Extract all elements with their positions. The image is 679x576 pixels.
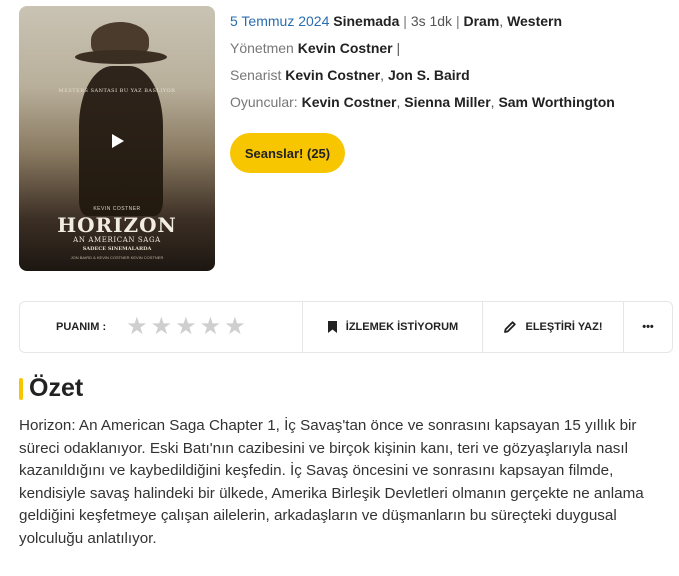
genre-link[interactable]: Dram bbox=[463, 13, 499, 29]
separator: | bbox=[403, 13, 411, 29]
summary-title: Özet bbox=[29, 374, 84, 402]
poster-note: SADECE SINEMALARDA bbox=[82, 246, 152, 252]
sessions-button[interactable]: Seanslar! (25) bbox=[230, 133, 345, 173]
writer-link[interactable]: Kevin Costner bbox=[285, 67, 380, 83]
rating-label: PUANIM : bbox=[56, 321, 107, 333]
summary-text: Horizon: An American Saga Chapter 1, İç … bbox=[19, 417, 644, 547]
comma: , bbox=[499, 13, 508, 29]
watchlist-button[interactable]: İZLEMEK İSTİYORUM bbox=[303, 302, 483, 352]
comma: , bbox=[380, 67, 388, 83]
director-row: Yönetmen Kevin Costner | bbox=[230, 39, 615, 57]
action-bar: PUANIM : ★ ★ ★ ★ ★ İZLEMEK İSTİYORUM ELE… bbox=[19, 301, 673, 353]
star-icon[interactable]: ★ bbox=[200, 315, 222, 339]
duration: 3s 1dk bbox=[410, 13, 453, 29]
meta-row: 5 Temmuz 2024 Sinemada | 3s 1dk | Dram, … bbox=[230, 12, 615, 30]
poster-hat-brim bbox=[75, 50, 167, 64]
play-icon[interactable] bbox=[107, 130, 129, 152]
poster-tagline: MESTERS SANTASI BU YAZ BASLIYOR bbox=[58, 88, 176, 94]
review-label: ELEŞTİRİ YAZ! bbox=[525, 321, 603, 333]
write-review-button[interactable]: ELEŞTİRİ YAZ! bbox=[483, 302, 624, 352]
summary-heading: Özet bbox=[19, 374, 83, 403]
bookmark-icon bbox=[327, 320, 338, 334]
pencil-icon bbox=[503, 320, 517, 334]
writer-row: Senarist Kevin Costner, Jon S. Baird bbox=[230, 66, 615, 84]
writer-label: Senarist bbox=[230, 67, 282, 83]
rating-section: PUANIM : ★ ★ ★ ★ ★ bbox=[20, 302, 303, 352]
more-options-button[interactable]: ••• bbox=[624, 302, 672, 352]
separator: | bbox=[396, 40, 401, 56]
rating-stars: ★ ★ ★ ★ ★ bbox=[126, 315, 246, 339]
more-icon: ••• bbox=[642, 321, 654, 333]
cast-label: Oyuncular: bbox=[230, 94, 298, 110]
poster-subtitle: AN AMERICAN SAGA bbox=[73, 236, 161, 244]
cast-link[interactable]: Sienna Miller bbox=[404, 94, 490, 110]
writer-link[interactable]: Jon S. Baird bbox=[388, 67, 470, 83]
poster-credits: JON BAIRD & KEVIN COSTNER KEVIN COSTNER bbox=[70, 255, 164, 260]
director-link[interactable]: Kevin Costner bbox=[298, 40, 393, 56]
star-icon[interactable]: ★ bbox=[175, 315, 197, 339]
poster-title: HORIZON bbox=[57, 213, 177, 237]
release-status[interactable]: Sinemada bbox=[333, 13, 399, 29]
poster-credit-small: KEVIN COSTNER bbox=[93, 206, 141, 212]
movie-poster[interactable]: MESTERS SANTASI BU YAZ BASLIYOR KEVIN CO… bbox=[19, 6, 215, 271]
cast-row: Oyuncular: Kevin Costner, Sienna Miller,… bbox=[230, 93, 615, 111]
cast-link[interactable]: Kevin Costner bbox=[302, 94, 397, 110]
movie-info: 5 Temmuz 2024 Sinemada | 3s 1dk | Dram, … bbox=[230, 12, 615, 120]
star-icon[interactable]: ★ bbox=[224, 315, 246, 339]
star-icon[interactable]: ★ bbox=[126, 315, 148, 339]
director-label: Yönetmen bbox=[230, 40, 294, 56]
watchlist-label: İZLEMEK İSTİYORUM bbox=[345, 321, 459, 333]
star-icon[interactable]: ★ bbox=[151, 315, 173, 339]
genre-link[interactable]: Western bbox=[507, 13, 562, 29]
heading-accent-bar bbox=[19, 377, 23, 400]
release-date[interactable]: 5 Temmuz 2024 bbox=[230, 13, 329, 29]
cast-link[interactable]: Sam Worthington bbox=[498, 94, 614, 110]
